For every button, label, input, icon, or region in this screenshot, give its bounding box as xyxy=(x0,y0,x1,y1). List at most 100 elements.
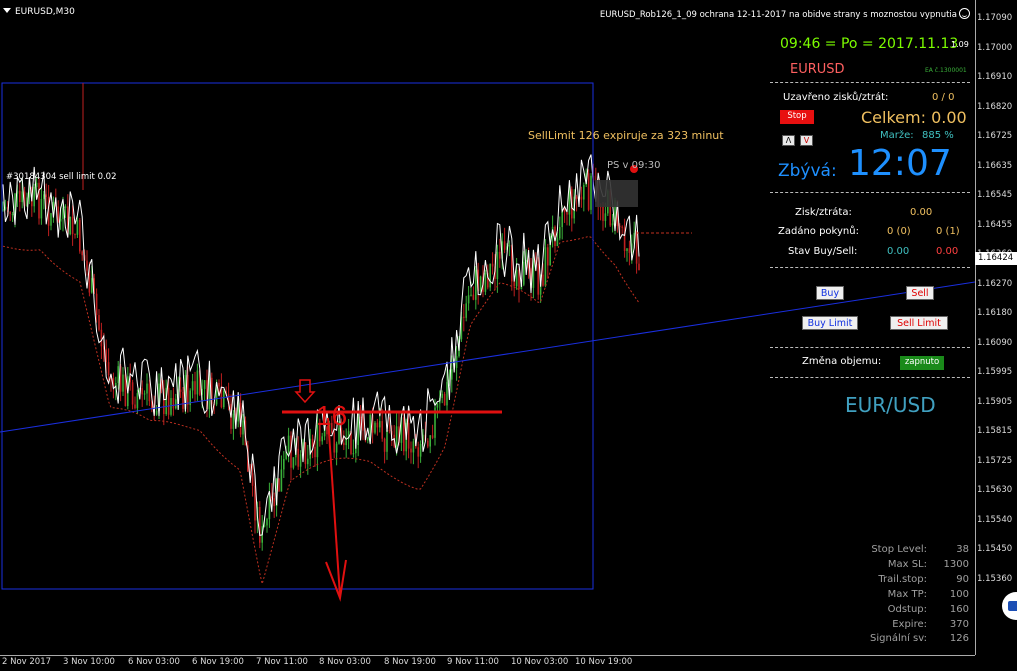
candle-body xyxy=(446,382,448,406)
candle-body xyxy=(547,247,549,266)
candle-body xyxy=(544,247,547,286)
separator xyxy=(770,347,970,348)
candle-body xyxy=(388,430,391,432)
candle-body xyxy=(508,245,511,247)
candle-body xyxy=(182,391,184,409)
candle-body xyxy=(194,381,196,395)
price-tick-label: 1.16820 xyxy=(977,101,1013,112)
symbol-title-text: EURUSD,M30 xyxy=(15,7,75,17)
trading-chart-window[interactable]: 16 EURUSD,M30 EURUSD_Rob126_1_09 ochrana… xyxy=(0,0,1017,671)
candle-body xyxy=(602,206,604,221)
orders-buy: 0 (0) xyxy=(887,226,911,237)
candle-body xyxy=(280,469,283,492)
state-buy: 0.00 xyxy=(887,246,910,257)
stat-label: Signální sv: xyxy=(870,633,927,645)
candle-body xyxy=(604,213,607,221)
symbol-title[interactable]: EURUSD,M30 xyxy=(3,7,75,17)
candle-body xyxy=(69,216,71,235)
candle-body xyxy=(40,198,43,219)
ps-label: PS v 09:30 xyxy=(607,160,661,171)
profit-value: 0.00 xyxy=(910,207,933,218)
candle-body xyxy=(170,398,172,415)
candle-body xyxy=(496,251,499,280)
buy-button[interactable]: Buy xyxy=(816,286,844,300)
time-tick-label: 9 Nov 11:00 xyxy=(447,657,499,667)
remaining-time: 12:07 xyxy=(848,143,952,184)
candle-body xyxy=(381,421,383,439)
candle-body xyxy=(71,216,74,235)
candle-body xyxy=(43,194,45,199)
candle-body xyxy=(321,436,323,442)
current-price-marker: 1.16424 xyxy=(975,252,1017,265)
price-tick-label: 1.16910 xyxy=(977,72,1013,82)
candle-body xyxy=(429,435,431,447)
candle-body xyxy=(563,209,566,213)
candle-body xyxy=(242,420,244,435)
sell-limit-button[interactable]: Sell Limit xyxy=(890,316,948,330)
candle-body xyxy=(359,416,362,418)
candle-body xyxy=(86,260,88,271)
candle-body xyxy=(81,251,83,256)
candle-body xyxy=(443,393,446,406)
candle-body xyxy=(556,238,559,246)
candle-body xyxy=(11,214,14,216)
price-axis[interactable] xyxy=(975,0,1017,655)
candle-body xyxy=(383,438,386,452)
expiry-text: SellLimit 126 expiruje za 323 minut xyxy=(528,129,724,142)
candle-body xyxy=(203,380,206,389)
time-tick-label: 6 Nov 03:00 xyxy=(128,657,180,667)
candle-body xyxy=(376,422,379,428)
profit-label: Zisk/ztráta: xyxy=(795,207,852,218)
up-button[interactable]: Λ xyxy=(782,135,795,146)
candle-body xyxy=(467,295,470,304)
candle-body xyxy=(515,269,518,287)
price-tick-label: 1.17000 xyxy=(977,42,1013,53)
candle-body xyxy=(566,212,568,215)
volume-toggle[interactable]: zapnuto xyxy=(900,356,944,370)
down-button[interactable]: V xyxy=(800,135,813,146)
ps-box xyxy=(595,180,638,207)
buy-limit-button[interactable]: Buy Limit xyxy=(802,316,858,330)
clock-line: 09:46 = Po = 2017.11.13 xyxy=(780,36,959,52)
margin-label: Marže: xyxy=(880,130,914,141)
closed-pl-label: Uzavřeno zisků/ztrát: xyxy=(783,92,889,103)
down-arrow-icon xyxy=(294,379,316,404)
candle-body xyxy=(91,278,93,293)
version-label: 1.09 xyxy=(951,40,969,49)
candle-body xyxy=(251,473,254,486)
price-tick-label: 1.15725 xyxy=(977,455,1013,466)
stop-button[interactable]: Stop xyxy=(780,110,814,124)
time-tick-label: 7 Nov 11:00 xyxy=(256,657,308,667)
candle-body xyxy=(436,403,439,408)
total-label: Celkem: 0.00 xyxy=(861,108,967,127)
orders-sell: 0 (1) xyxy=(936,226,960,237)
candle-body xyxy=(297,448,299,467)
candle-body xyxy=(299,454,302,467)
candle-body xyxy=(283,458,285,470)
candle-body xyxy=(475,269,477,300)
separator xyxy=(770,267,970,268)
price-tick-label: 1.15540 xyxy=(977,514,1013,525)
order-label[interactable]: #30184304 sell limit 0.02 xyxy=(6,172,117,182)
candle-body xyxy=(403,417,405,452)
time-tick-label: 10 Nov 19:00 xyxy=(575,657,633,667)
separator xyxy=(770,82,970,83)
sell-button[interactable]: Sell xyxy=(906,286,934,300)
price-tick-label: 1.15905 xyxy=(977,396,1013,407)
candle-body xyxy=(410,448,412,453)
candle-body xyxy=(489,263,491,288)
price-tick-label: 1.17090 xyxy=(977,13,1013,23)
stat-value: 100 xyxy=(949,588,969,600)
price-tick-label: 1.16090 xyxy=(977,337,1013,348)
candle-body xyxy=(141,388,143,395)
candle-body xyxy=(117,366,119,383)
price-tick-label: 1.15450 xyxy=(977,544,1013,554)
stat-value: 160 xyxy=(949,603,969,615)
candle-body xyxy=(427,440,429,447)
candle-body xyxy=(95,293,98,316)
candle-body xyxy=(167,387,170,415)
candle-body xyxy=(278,478,280,492)
candle-body xyxy=(407,422,410,449)
closed-pl-value: 0 / 0 xyxy=(932,92,955,103)
stat-label: Max TP: xyxy=(887,588,927,600)
